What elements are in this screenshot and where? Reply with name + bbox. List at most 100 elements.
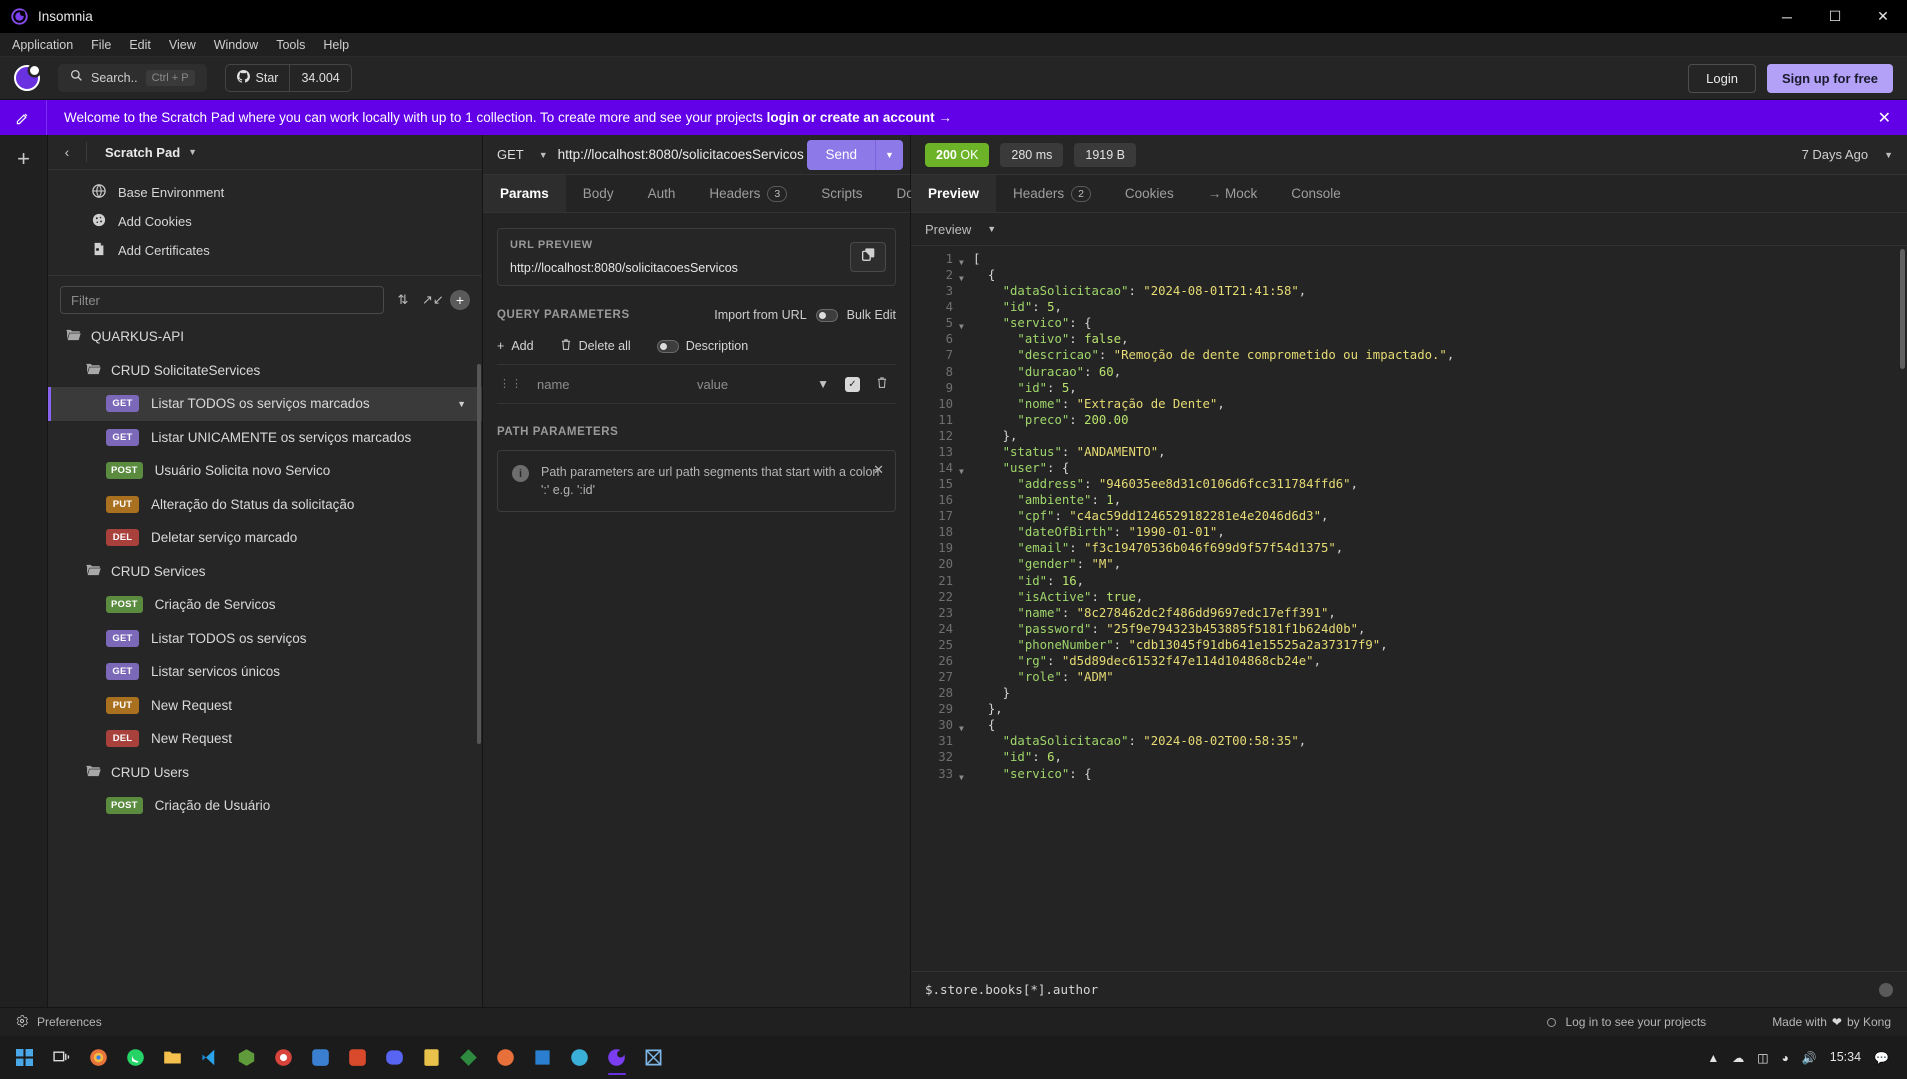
- filter-help-icon[interactable]: [1879, 982, 1893, 997]
- fold-chevron-down-icon[interactable]: ▼: [959, 717, 973, 733]
- sidebar-request-put[interactable]: PUT New Request: [48, 689, 482, 723]
- fold-chevron-down-icon[interactable]: [959, 701, 973, 717]
- fold-chevron-down-icon[interactable]: [959, 556, 973, 572]
- sidebar-request-post[interactable]: POST Criação de Servicos: [48, 588, 482, 622]
- menu-file[interactable]: File: [82, 35, 120, 55]
- login-note[interactable]: Log in to see your projects: [1547, 1015, 1706, 1029]
- bulk-edit-toggle[interactable]: [815, 308, 838, 322]
- drag-handle-icon[interactable]: ⋮⋮: [499, 379, 523, 390]
- fold-chevron-down-icon[interactable]: [959, 653, 973, 669]
- browser-icon[interactable]: [265, 1039, 302, 1076]
- fold-chevron-down-icon[interactable]: [959, 364, 973, 380]
- fold-chevron-down-icon[interactable]: ▼: [959, 267, 973, 283]
- fold-chevron-down-icon[interactable]: [959, 540, 973, 556]
- tray-volume-icon[interactable]: 🔊: [1802, 1051, 1817, 1065]
- sidebar-request-del[interactable]: DEL New Request: [48, 722, 482, 756]
- fold-chevron-down-icon[interactable]: [959, 380, 973, 396]
- sidebar-request-del[interactable]: DEL Deletar serviço marcado: [48, 521, 482, 555]
- fold-chevron-down-icon[interactable]: [959, 331, 973, 347]
- notification-center-icon[interactable]: 💬: [1874, 1051, 1889, 1065]
- fold-chevron-down-icon[interactable]: [959, 444, 973, 460]
- sidebar-request-post[interactable]: POST Criação de Usuário: [48, 789, 482, 823]
- tab-scripts[interactable]: Scripts: [804, 175, 879, 212]
- banner-close-icon[interactable]: ✕: [1878, 108, 1891, 128]
- tray-cloud-icon[interactable]: ☁: [1732, 1051, 1744, 1065]
- discord-icon[interactable]: [376, 1039, 413, 1076]
- back-icon[interactable]: ‹: [48, 144, 86, 160]
- file-explorer-icon[interactable]: [154, 1039, 191, 1076]
- preview-mode-selector[interactable]: Preview ▼: [911, 213, 1907, 246]
- fold-chevron-down-icon[interactable]: [959, 428, 973, 444]
- status-badge[interactable]: 200 OK: [925, 142, 990, 167]
- send-button[interactable]: Send: [807, 139, 875, 170]
- response-history-selector[interactable]: 7 Days Ago ▼: [1802, 147, 1893, 162]
- nodejs-icon[interactable]: [228, 1039, 265, 1076]
- sidebar-item-add-cookies[interactable]: Add Cookies: [48, 207, 482, 236]
- row-chevron-down-icon[interactable]: ▼: [457, 399, 466, 409]
- jsonpath-filter-input[interactable]: $.store.books[*].author: [925, 982, 1098, 997]
- description-toggle-button[interactable]: Description: [656, 339, 748, 353]
- filter-input[interactable]: [60, 286, 384, 314]
- delete-all-params-button[interactable]: Delete all: [560, 338, 631, 354]
- copy-button[interactable]: [850, 242, 886, 272]
- login-button[interactable]: Login: [1688, 63, 1756, 93]
- maximize-button[interactable]: ☐: [1811, 0, 1859, 33]
- response-body-viewer[interactable]: 1 ▼[2 ▼ {3 "dataSolicitacao": "2024-08-01T…: [911, 246, 1907, 971]
- tab-body[interactable]: Body: [566, 175, 631, 212]
- app2-icon[interactable]: [339, 1039, 376, 1076]
- chevron-down-icon[interactable]: ▼: [188, 147, 197, 157]
- insomnia-taskbar-icon[interactable]: [598, 1039, 635, 1076]
- fold-chevron-down-icon[interactable]: [959, 669, 973, 685]
- search-input[interactable]: Search.. Ctrl + P: [58, 64, 207, 92]
- response-time-badge[interactable]: 280 ms: [1000, 142, 1064, 167]
- tab-params[interactable]: Params: [483, 175, 566, 212]
- expand-icon[interactable]: ↗↙: [422, 292, 444, 308]
- tray-battery-icon[interactable]: ◫: [1757, 1051, 1768, 1065]
- tab-mock[interactable]: → Mock: [1191, 175, 1275, 212]
- fold-chevron-down-icon[interactable]: ▼: [959, 460, 973, 476]
- fold-chevron-down-icon[interactable]: ▼: [959, 315, 973, 331]
- menu-window[interactable]: Window: [205, 35, 267, 55]
- fold-chevron-down-icon[interactable]: [959, 749, 973, 765]
- fold-chevron-down-icon[interactable]: [959, 589, 973, 605]
- fold-chevron-down-icon[interactable]: [959, 508, 973, 524]
- taskbar-clock[interactable]: 15:34: [1830, 1050, 1861, 1065]
- tab-headers[interactable]: Headers 3: [692, 175, 804, 212]
- workspace-name[interactable]: Scratch Pad: [87, 145, 180, 160]
- fold-chevron-down-icon[interactable]: [959, 347, 973, 363]
- notes-icon[interactable]: [413, 1039, 450, 1076]
- github-star-button[interactable]: Star: [226, 65, 290, 91]
- sidebar-request-get[interactable]: GET Listar TODOS os serviços: [48, 622, 482, 656]
- fold-chevron-down-icon[interactable]: [959, 733, 973, 749]
- minimize-button[interactable]: ─: [1763, 0, 1811, 33]
- fold-chevron-down-icon[interactable]: [959, 524, 973, 540]
- tab-preview[interactable]: Preview: [911, 175, 997, 212]
- bulk-edit-label[interactable]: Bulk Edit: [847, 308, 896, 322]
- fold-chevron-down-icon[interactable]: [959, 573, 973, 589]
- fold-chevron-down-icon[interactable]: [959, 412, 973, 428]
- fold-chevron-down-icon[interactable]: [959, 476, 973, 492]
- notice-close-icon[interactable]: ✕: [873, 462, 884, 478]
- signup-button[interactable]: Sign up for free: [1766, 63, 1893, 93]
- add-param-button[interactable]: + Add: [497, 339, 534, 353]
- fold-chevron-down-icon[interactable]: [959, 396, 973, 412]
- firefox-icon[interactable]: [80, 1039, 117, 1076]
- new-project-icon[interactable]: +: [17, 148, 30, 170]
- sidebar-request-get[interactable]: GET Listar servicos únicos: [48, 655, 482, 689]
- task-view-icon[interactable]: [43, 1039, 80, 1076]
- param-value-input[interactable]: value: [697, 377, 817, 392]
- preferences-button[interactable]: Preferences: [16, 1014, 102, 1030]
- fold-chevron-down-icon[interactable]: [959, 685, 973, 701]
- sidebar-folder[interactable]: QUARKUS-API: [48, 320, 482, 354]
- close-button[interactable]: ✕: [1859, 0, 1907, 33]
- fold-chevron-down-icon[interactable]: [959, 283, 973, 299]
- fold-chevron-down-icon[interactable]: [959, 492, 973, 508]
- sidebar-request-get[interactable]: GET Listar UNICAMENTE os serviços marcado…: [48, 421, 482, 455]
- fold-chevron-down-icon[interactable]: [959, 299, 973, 315]
- tab-cookies[interactable]: Cookies: [1108, 175, 1191, 212]
- fold-chevron-down-icon[interactable]: [959, 637, 973, 653]
- url-input[interactable]: http://localhost:8080/solicitacoesServic…: [558, 147, 808, 162]
- tab-console[interactable]: Console: [1274, 175, 1358, 212]
- param-enabled-checkbox[interactable]: ✓: [845, 376, 860, 392]
- param-delete-trash-icon[interactable]: [876, 376, 888, 392]
